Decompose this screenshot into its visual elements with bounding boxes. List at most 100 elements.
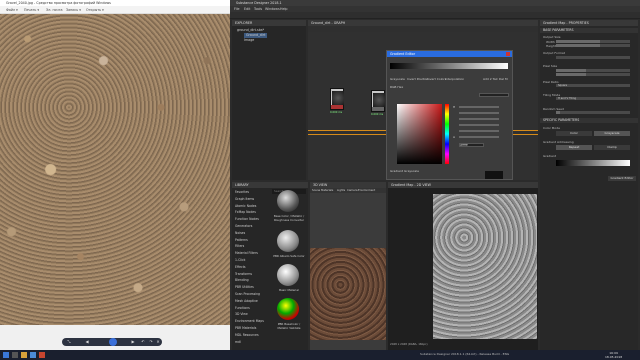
viewer-menu-email[interactable]: Эл. почта [46,6,63,14]
green-slider[interactable] [459,130,499,132]
node-thumbnail [373,93,385,107]
library-item[interactable]: Blending [235,278,249,282]
search-icon[interactable] [12,352,18,358]
fit-icon[interactable]: ⤡ [66,339,72,345]
addressing-clamp-button[interactable]: Clamp [594,145,630,150]
random-seed-slider[interactable] [556,111,630,114]
color-mode-grayscale-button[interactable]: Grayscale [594,131,630,136]
library-item[interactable]: Effects [235,265,246,269]
library-item[interactable]: Functions [235,306,250,310]
substance-icon[interactable] [39,352,45,358]
node-thumbnail [332,91,344,105]
output-size-label: Output Size [543,35,561,39]
library-item[interactable]: Generators [235,224,252,228]
library-item[interactable]: Function Nodes [235,217,259,221]
2d-view-panel[interactable]: Gradient Map - 2D VIEW 2048 x 2048 (RGBA… [388,182,538,350]
gradient-editor-dialog: Gradient Editor Grayscale Invert Positio… [386,50,513,180]
viewer-menu-file[interactable]: Файл ▾ [6,6,18,14]
rotate-left-icon[interactable]: ↶ [140,339,146,345]
node2-time: 0.000 ms [371,113,384,116]
3d-menu-lights[interactable]: Lights [337,188,345,193]
close-icon[interactable] [506,52,510,56]
gradient-grayscale-label: Gradient Grayscale [390,169,419,173]
explorer-image[interactable]: Image [244,38,254,43]
section-base-parameters[interactable]: BASE PARAMETERS [540,28,638,33]
library-item[interactable]: Mesh Adaptive [235,299,258,303]
3d-view-panel[interactable]: 3D VIEW Scene Materials Lights Camera En… [310,182,386,350]
color-palette[interactable] [397,104,442,164]
thumb-albedo[interactable] [277,230,299,252]
library-item[interactable]: 3D View [235,312,248,316]
thumb-converter[interactable] [277,190,299,212]
addressing-repeat-button[interactable]: Repeat [556,145,592,150]
grayscale-option[interactable]: Grayscale [390,77,405,81]
gradient-bar[interactable] [390,63,508,69]
add-tail-button[interactable]: Add 2 Tail [483,77,497,81]
delete-key-button[interactable]: Del M [499,77,508,81]
height-slider[interactable] [556,44,630,47]
hue-slider[interactable] [459,106,499,108]
red-slider[interactable] [459,124,499,126]
color-mode-color-button[interactable]: Color [556,131,592,136]
library-item[interactable]: PBR Utilities [235,285,254,289]
tiling-mode-select[interactable]: H and V Tiling [556,97,630,100]
photos-icon[interactable] [30,352,36,358]
rotate-right-icon[interactable]: ↷ [148,339,154,345]
prev-icon[interactable]: ◀ [84,339,90,345]
delete-icon[interactable]: ✕ [155,339,161,345]
library-item[interactable]: Atomic Nodes [235,204,256,208]
library-item[interactable]: Scan Processing [235,292,260,296]
section-specific-parameters[interactable]: SPECIFIC PARAMETERS [540,118,638,123]
3d-menu-materials[interactable]: Materials [321,188,333,193]
clock[interactable]: 16:09 18.05.2018 [605,351,622,359]
library-item[interactable]: Patterns [235,238,248,242]
library-item[interactable]: Transforms [235,272,252,276]
hue-strip[interactable] [445,104,449,164]
explorer-header: EXPLORER [232,20,306,26]
library-item[interactable]: PBR Materials [235,326,256,330]
library-item[interactable]: 1-Click [235,258,245,262]
alpha-slider[interactable] [459,136,499,138]
library-item[interactable]: Environment Maps [235,319,264,323]
invert-colors-option[interactable]: Invert Colors [427,77,446,81]
2d-status: 2048 x 2048 (RGBA, 16bpc) [390,342,428,346]
thumb-basecolor-validate-caption: PBR BaseColor / Metallic Validate [277,322,301,330]
start-icon[interactable] [3,352,9,358]
library-item[interactable]: Filters [235,244,244,248]
library-item[interactable]: MDL Resources [235,333,259,337]
thumb-basecolor-validate[interactable] [277,298,299,320]
library-item[interactable]: FxMap Nodes [235,210,256,214]
output-format-select[interactable] [556,56,630,59]
library-item[interactable]: Favorites [235,190,249,194]
saturation-slider[interactable] [459,112,499,114]
slideshow-button[interactable] [109,338,117,346]
viewer-menu-open[interactable]: Открыть ▾ [86,6,104,14]
gravel-photo [0,14,230,325]
graph-node-gradient-map[interactable] [371,90,385,112]
library-item[interactable]: Material Filters [235,251,258,255]
3d-menu-scene[interactable]: Scene [312,188,320,193]
3d-menu-camera[interactable]: Camera [347,188,358,193]
pixel-ratio-select[interactable]: Square [556,84,630,87]
library-item[interactable]: Graph Items [235,197,254,201]
library-item[interactable]: mdl [235,340,241,344]
invert-position-option[interactable]: Invert Position [407,77,428,81]
value-slider[interactable] [459,118,499,120]
designer-window: Substance Designer 2018.1 File Edit Tool… [230,0,640,350]
gradient-editor-button[interactable]: Gradient Editor [608,176,636,181]
pixel-size-x[interactable] [556,69,630,72]
viewer-menu-burn[interactable]: Запись ▾ [66,6,81,14]
explorer-icon[interactable] [21,352,27,358]
thumb-basic-material[interactable] [277,264,299,286]
hex-field[interactable]: #ffffff [459,143,484,147]
next-icon[interactable]: ▶ [130,339,136,345]
graph-node-input[interactable] [330,88,344,110]
pixel-size-y[interactable] [556,73,630,76]
pixel-size-label: Pixel Size [543,64,558,68]
value-field[interactable] [479,93,509,97]
library-item[interactable]: Noises [235,231,245,235]
viewer-menu-print[interactable]: Печать ▾ [24,6,39,14]
interpolation-option[interactable]: Interpolation [445,77,464,81]
width-slider[interactable] [556,40,630,43]
3d-menu-environment[interactable]: Environment [358,188,375,193]
